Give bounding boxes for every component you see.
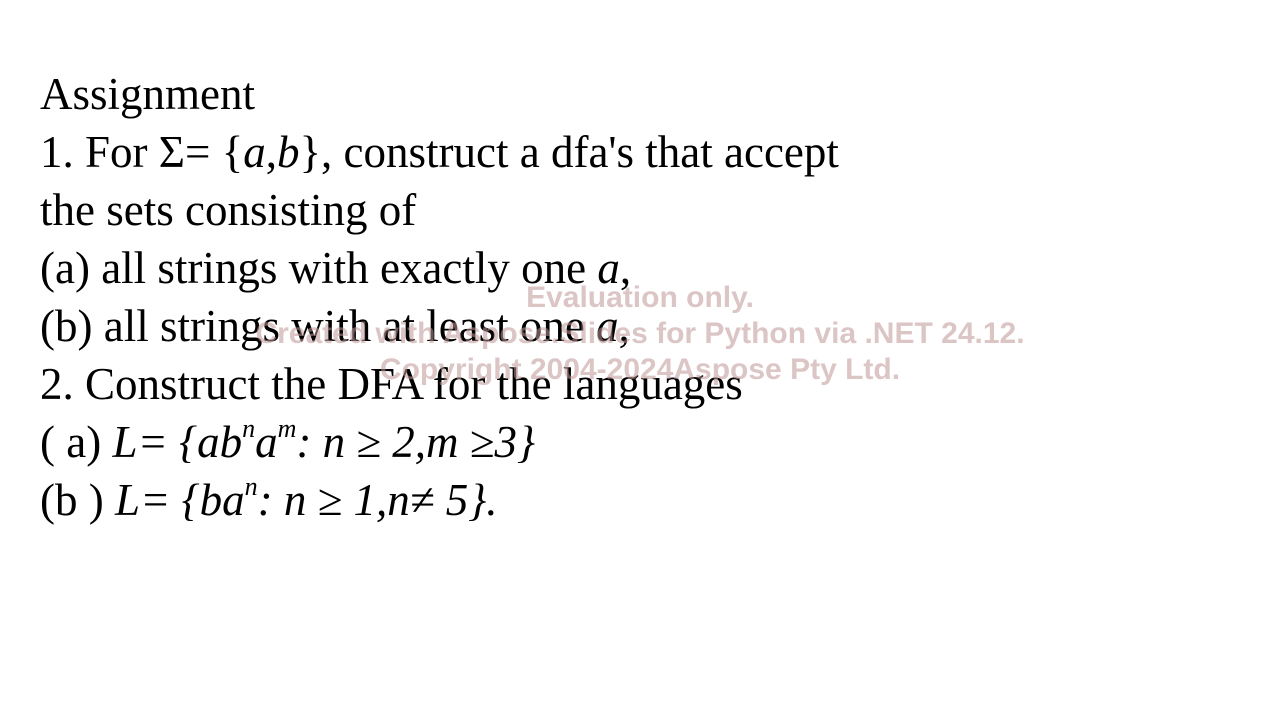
question-2: 2. Construct the DFA for the languages: [40, 359, 743, 409]
q1-prefix: 1. For Σ= {: [40, 127, 244, 177]
q1a-suffix: ,: [619, 243, 632, 293]
slide-body: Assignment 1. For Σ= {a,b}, construct a …: [40, 65, 1260, 529]
q2b-sup-n: n: [244, 472, 258, 501]
q1-var-b: b: [276, 127, 300, 177]
q2a-mid: a: [255, 417, 278, 467]
q2a-sup-n: n: [242, 414, 256, 443]
q2a-expr: L= {abnam: n ≥ 2,m ≥3}: [112, 414, 535, 468]
assignment-title: Assignment: [40, 69, 256, 119]
q2b-expr: L= {ban: n ≥ 1,n≠ 5}.: [114, 472, 498, 526]
q2b-period: .: [486, 475, 498, 525]
q2b-expr-start: L= {ba: [114, 475, 245, 525]
q2a-sup-m: m: [277, 414, 297, 443]
slide: Assignment 1. For Σ= {a,b}, construct a …: [0, 0, 1280, 720]
question-1: 1. For Σ= {a,b}, construct a dfa's that …: [40, 123, 1260, 181]
question-2a: ( a) L= {abnam: n ≥ 2,m ≥3}: [40, 413, 1260, 471]
question-2b: (b ) L= {ban: n ≥ 1,n≠ 5}.: [40, 471, 1260, 529]
q1-comma: ,: [265, 127, 277, 177]
q2a-label: ( a): [40, 417, 113, 467]
q2b-expr-end: : n ≥ 1,n≠ 5}: [257, 475, 487, 525]
q1b-var: a: [596, 301, 619, 351]
question-1a: (a) all strings with exactly one a,: [40, 239, 1260, 297]
q1-var-a: a: [243, 127, 266, 177]
question-1b: (b) all strings with at least one a,: [40, 297, 1260, 355]
q1b-suffix: ,: [618, 301, 630, 351]
q2a-expr-start: L= {ab: [112, 417, 243, 467]
question-1-continued: the sets consisting of: [40, 185, 417, 235]
q1a-var: a: [597, 243, 620, 293]
q1a-prefix: (a) all strings with exactly one: [40, 243, 598, 293]
q1-suffix: }, construct a dfa's that accept: [299, 127, 839, 177]
q1b-prefix: (b) all strings with at least one: [40, 301, 597, 351]
q2b-label: (b ): [40, 475, 115, 525]
q2a-expr-end: : n ≥ 2,m ≥3}: [296, 417, 535, 467]
